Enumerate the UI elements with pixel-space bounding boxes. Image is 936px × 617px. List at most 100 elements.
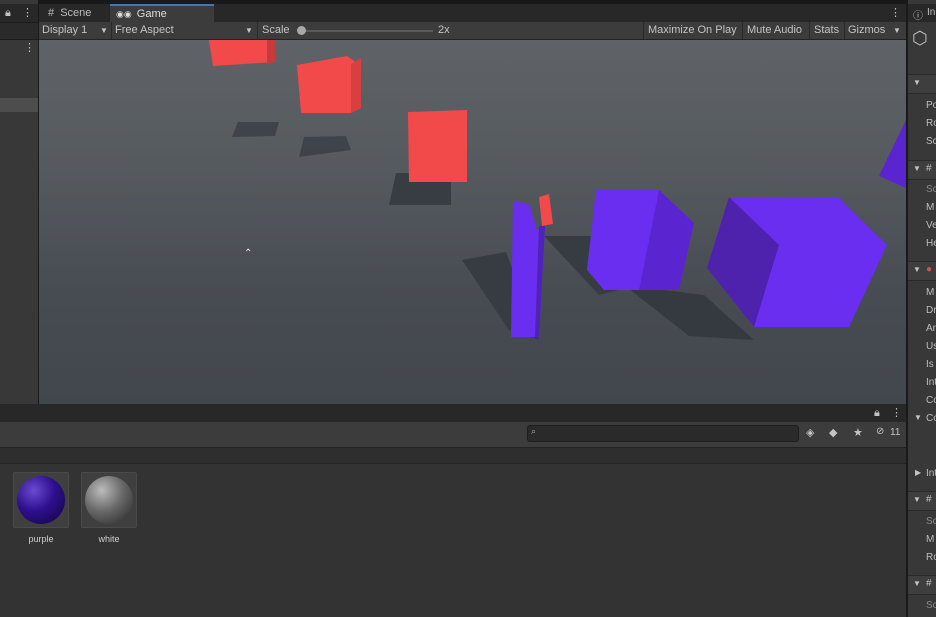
component-header[interactable]: ▼ #	[908, 575, 936, 595]
asset-item-white[interactable]: white	[81, 472, 137, 544]
scale-label: Scale	[262, 24, 290, 36]
red-cube-side	[267, 40, 275, 64]
component-header[interactable]: ▼	[908, 74, 936, 94]
property-label: Int	[926, 377, 936, 388]
divider	[643, 22, 644, 39]
project-breadcrumb	[0, 448, 906, 464]
component-header[interactable]: ▼ #	[908, 491, 936, 511]
tab-game[interactable]: ◉◉ Game	[110, 4, 214, 22]
tab-scene-label: Scene	[60, 7, 92, 19]
component-header[interactable]: ▼ #	[908, 160, 936, 180]
aspect-dropdown[interactable]: Free Aspect ▼	[115, 22, 255, 39]
property-label: Dr	[926, 305, 936, 316]
game-viewport[interactable]: ⌃	[39, 40, 906, 404]
property-label: M	[926, 202, 935, 213]
divider	[809, 22, 810, 39]
inspector-tab-label[interactable]: In	[927, 7, 935, 18]
game-tab-bar: # Scene ◉◉ Game ⋮	[39, 4, 906, 22]
property-label: M	[926, 287, 935, 298]
scale-value: 2x	[438, 24, 450, 36]
inspector-tab-bar: ⓘ In	[908, 4, 936, 22]
property-label: Co	[926, 413, 936, 424]
scale-slider-track[interactable]	[301, 30, 433, 32]
chevron-down-icon: ▼	[913, 579, 921, 588]
chevron-down-icon: ▼	[913, 78, 921, 87]
tab-menu-icon[interactable]: ⋮	[890, 6, 901, 20]
property-label: Ro	[926, 118, 936, 129]
filter-by-type-icon[interactable]: ◈	[806, 426, 814, 439]
property-label: Int	[926, 468, 936, 479]
component-header[interactable]: ▼ ●	[908, 261, 936, 281]
gameobject-cube-icon: ⬡	[912, 28, 928, 48]
asset-thumbnail	[13, 472, 69, 528]
scale-slider-handle[interactable]	[297, 26, 306, 35]
hierarchy-tab-bar: 🔒︎ ⋮	[0, 4, 38, 22]
material-sphere-purple	[17, 476, 65, 524]
property-label: Ar	[926, 323, 936, 334]
chevron-down-icon: ▼	[913, 265, 921, 274]
game-scene-render	[209, 40, 906, 340]
divider	[844, 22, 845, 39]
favorites-star-icon[interactable]: ★	[853, 426, 863, 439]
tab-scene[interactable]: # Scene	[42, 4, 108, 22]
script-icon: #	[926, 578, 932, 589]
divider	[742, 22, 743, 39]
red-cube-small	[539, 194, 553, 226]
more-options-icon[interactable]: ⋮	[22, 6, 33, 20]
purple-cube-partial	[879, 120, 906, 188]
chevron-down-icon: ▼	[913, 164, 921, 173]
chevron-down-icon[interactable]: ▼	[914, 413, 922, 422]
filter-by-label-icon[interactable]: ◆	[829, 426, 837, 439]
script-icon: #	[926, 494, 932, 505]
inspector-panel: ⓘ In ⬡ ▼ Po Ro Sc ▼ # Sc M Ve He ▼ ● M D…	[907, 0, 936, 617]
asset-label: purple	[28, 534, 54, 544]
cube-shadow	[232, 122, 279, 137]
asset-item-purple[interactable]: purple	[13, 472, 69, 544]
stats-toggle[interactable]: Stats	[814, 22, 839, 39]
gizmos-dropdown-icon[interactable]: ▼	[893, 22, 901, 39]
asset-thumbnail	[81, 472, 137, 528]
grid-icon: #	[48, 7, 55, 19]
cube-shadow	[299, 136, 351, 157]
project-search-input[interactable]: ⌕	[527, 425, 799, 442]
display-label: Display 1	[42, 24, 88, 36]
red-cube	[408, 110, 467, 182]
hidden-packages-icon[interactable]: ⊘	[876, 426, 884, 437]
rigidbody-icon: ●	[926, 264, 933, 275]
project-asset-grid: purple white	[0, 464, 906, 617]
property-label: Us	[926, 341, 936, 352]
lock-icon[interactable]: 🔒︎	[874, 406, 880, 420]
mute-audio-toggle[interactable]: Mute Audio	[747, 22, 802, 39]
property-label: Ro	[926, 552, 936, 563]
property-label: M	[926, 534, 935, 545]
property-label: Po	[926, 100, 936, 111]
property-label: Sc	[926, 600, 936, 611]
divider	[111, 22, 112, 39]
hierarchy-selected-row[interactable]	[0, 98, 38, 112]
gamepad-icon: ◉◉	[116, 9, 132, 19]
hierarchy-search[interactable]	[0, 22, 38, 40]
property-label: Co	[926, 395, 936, 406]
project-toolbar: ⌕ ◈ ◆ ★ ⊘ 11	[0, 422, 906, 448]
chevron-down-icon: ▼	[913, 495, 921, 504]
maximize-on-play-toggle[interactable]: Maximize On Play	[648, 22, 737, 39]
mouse-cursor-icon: ⌃	[244, 248, 253, 259]
red-cube-side	[351, 58, 361, 113]
chevron-right-icon[interactable]: ▶	[915, 468, 921, 477]
property-label: Is	[926, 359, 934, 370]
hierarchy-menu-icon[interactable]: ⋮	[24, 41, 35, 55]
info-icon: ⓘ	[913, 11, 923, 22]
property-label: Sc	[926, 184, 936, 195]
project-tab-bar: 🔒︎ ⋮	[0, 404, 906, 422]
lock-icon[interactable]: 🔒︎	[5, 6, 11, 20]
game-toolbar: Display 1 ▼ Free Aspect ▼ Scale 2x Maxim…	[39, 22, 906, 40]
property-label: He	[926, 238, 936, 249]
aspect-label: Free Aspect	[115, 24, 174, 36]
display-dropdown[interactable]: Display 1 ▼	[42, 22, 112, 39]
project-panel: 🔒︎ ⋮ ⌕ ◈ ◆ ★ ⊘ 11 purple white	[0, 404, 906, 617]
red-cube	[209, 40, 275, 66]
hidden-packages-count: 11	[890, 427, 901, 438]
gizmos-toggle[interactable]: Gizmos	[848, 22, 885, 39]
more-options-icon[interactable]: ⋮	[891, 406, 902, 420]
asset-label: white	[98, 534, 120, 544]
